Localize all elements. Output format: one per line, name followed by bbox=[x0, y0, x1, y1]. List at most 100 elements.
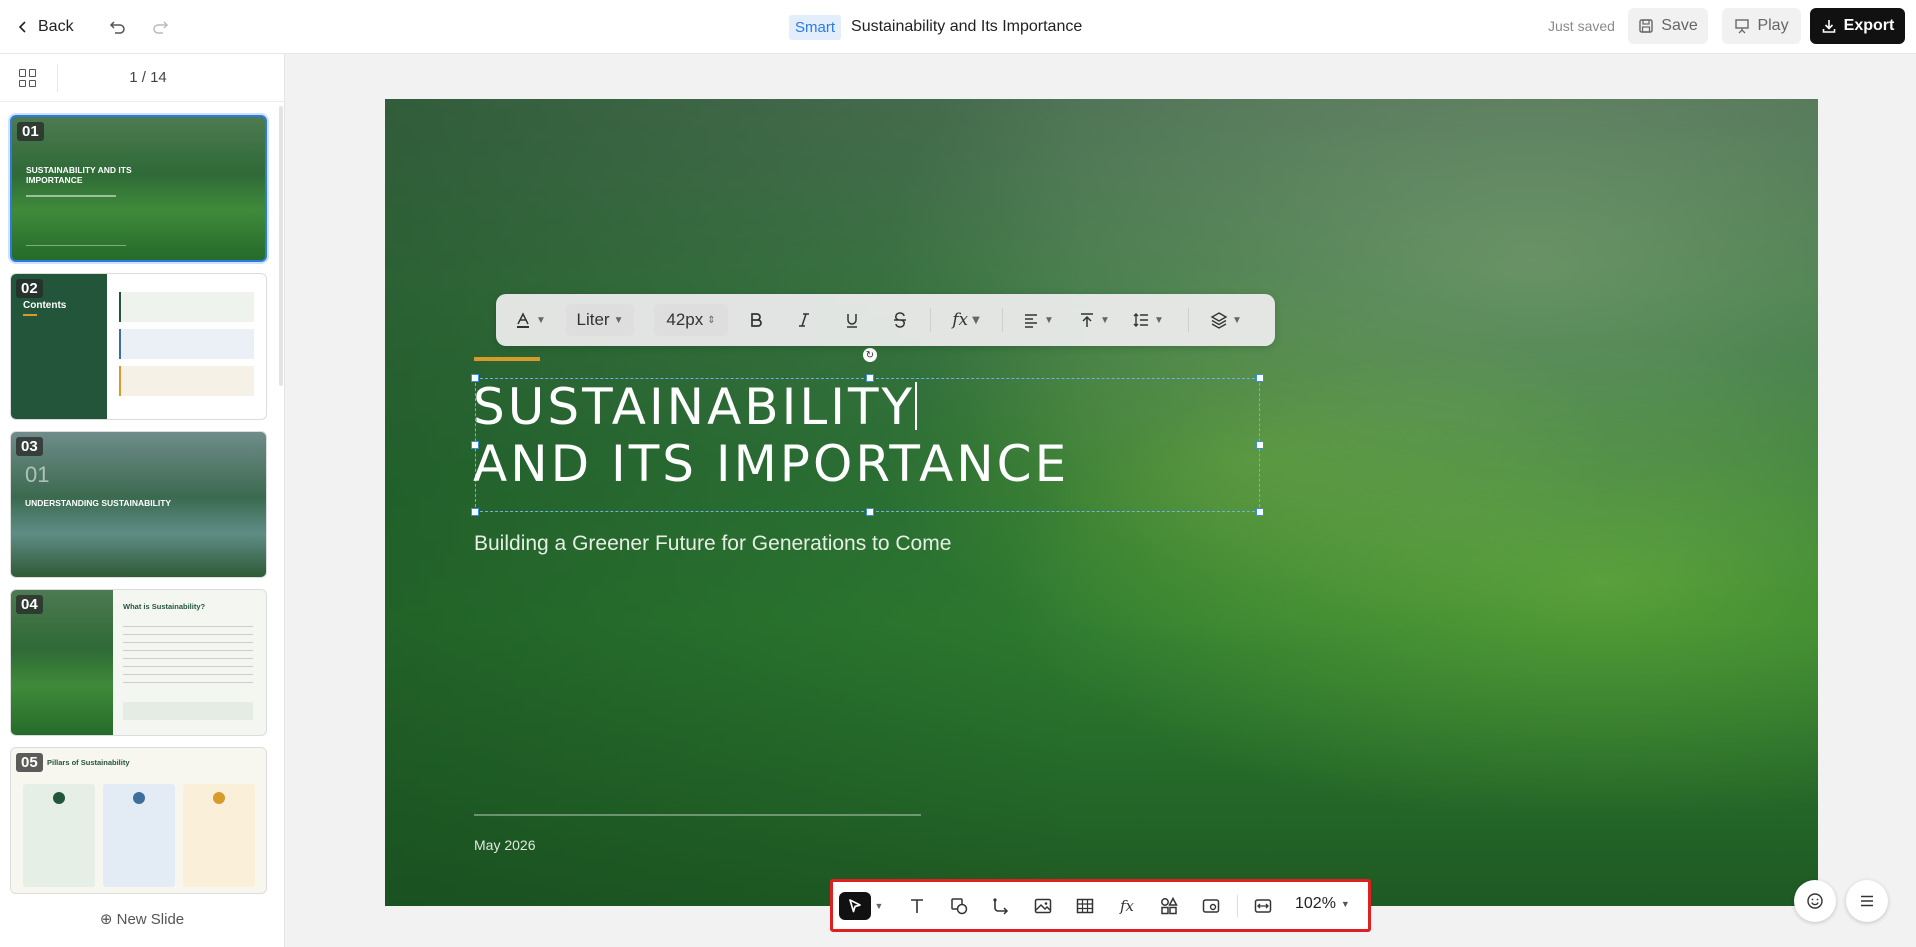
document-title-area: Smart Sustainability and Its Importance bbox=[789, 13, 1082, 41]
slide-thumbnail-4[interactable]: 04 What is Sustainability? bbox=[10, 589, 267, 736]
slide-number: 04 bbox=[16, 595, 43, 614]
font-family-value: Liter bbox=[576, 310, 610, 329]
slide-thumbnail-2[interactable]: 02 Contents bbox=[10, 273, 267, 420]
bold-button[interactable] bbox=[742, 304, 770, 336]
thumbnail-title: What is Sustainability? bbox=[123, 602, 206, 611]
shape-tool-button[interactable] bbox=[945, 892, 973, 920]
layers-icon bbox=[1210, 312, 1228, 329]
thumbnail-divider bbox=[26, 245, 126, 246]
presentation-icon bbox=[1735, 19, 1750, 34]
chevron-down-icon: ▼ bbox=[613, 314, 624, 326]
fit-width-icon bbox=[1254, 899, 1272, 913]
thumbnail-quote-box bbox=[123, 702, 253, 720]
chevron-down-icon: ▼ bbox=[1100, 314, 1110, 326]
pillar-dot bbox=[133, 792, 145, 804]
pillar-dot bbox=[53, 792, 65, 804]
export-button[interactable]: Export bbox=[1810, 8, 1905, 44]
slide-date[interactable]: May 2026 bbox=[474, 837, 535, 853]
title-line-2: AND ITS IMPORTANCE bbox=[473, 435, 1070, 493]
new-slide-button[interactable]: ⊕ New Slide bbox=[0, 910, 284, 928]
smiley-icon bbox=[1807, 893, 1823, 909]
chevron-down-icon: ▼ bbox=[536, 314, 546, 326]
accent-bar[interactable] bbox=[474, 357, 540, 361]
slide-number: 03 bbox=[16, 437, 43, 456]
slide-number: 01 bbox=[17, 122, 44, 141]
connector-tool-button[interactable] bbox=[987, 892, 1015, 920]
slide-panel-header: 1 / 14 bbox=[0, 54, 284, 102]
top-bar: Back Smart Sustainability and Its Import… bbox=[0, 0, 1916, 54]
rotate-icon[interactable]: ↻ bbox=[863, 348, 877, 362]
underline-button[interactable] bbox=[838, 304, 866, 336]
document-title[interactable]: Sustainability and Its Importance bbox=[851, 18, 1082, 36]
undo-icon bbox=[109, 21, 125, 34]
strikethrough-button[interactable] bbox=[886, 304, 914, 336]
slide-subtitle[interactable]: Building a Greener Future for Generation… bbox=[474, 532, 951, 556]
resize-handle[interactable] bbox=[1256, 441, 1264, 449]
line-spacing-button[interactable]: ▼ bbox=[1128, 304, 1168, 336]
slide-thumbnail-3[interactable]: 03 01 UNDERSTANDING SUSTAINABILITY bbox=[10, 431, 267, 578]
slide-panel: 1 / 14 01 SUSTAINABILITY AND ITS IMPORTA… bbox=[0, 54, 285, 947]
formula-icon: 𝑓x bbox=[952, 310, 969, 330]
divider bbox=[1188, 308, 1189, 332]
select-tool-button[interactable] bbox=[839, 892, 871, 920]
resize-handle[interactable] bbox=[1256, 374, 1264, 382]
play-button[interactable]: Play bbox=[1722, 8, 1801, 44]
chevron-down-icon[interactable]: ▼ bbox=[873, 892, 885, 920]
formula-button[interactable]: 𝑓x ▼ bbox=[946, 304, 986, 336]
thumbnail-title: Pillars of Sustainability bbox=[47, 758, 130, 767]
font-size-value: 42px bbox=[666, 310, 704, 329]
grid-view-icon[interactable] bbox=[19, 69, 37, 87]
media-icon bbox=[1202, 899, 1220, 913]
smart-badge: Smart bbox=[789, 14, 842, 40]
text-align-button[interactable]: ▼ bbox=[1018, 304, 1058, 336]
text-tool-button[interactable] bbox=[903, 892, 931, 920]
divider bbox=[1002, 308, 1003, 332]
menu-button[interactable] bbox=[1846, 880, 1888, 922]
icon-library-button[interactable] bbox=[1155, 892, 1183, 920]
vertical-align-button[interactable]: ▼ bbox=[1074, 304, 1114, 336]
font-color-button[interactable]: ▼ bbox=[510, 304, 550, 336]
shapes-icon bbox=[951, 898, 968, 915]
slide-thumbnail-5[interactable]: 05 Pillars of Sustainability bbox=[10, 747, 267, 894]
thumbnail-big-number: 01 bbox=[25, 462, 50, 487]
slide-canvas[interactable]: ↻ SUSTAINABILITY AND ITS IMPORTANCE Buil… bbox=[385, 99, 1818, 906]
slide-number: 05 bbox=[16, 753, 43, 772]
font-size-stepper[interactable]: 42px ⇕ bbox=[654, 304, 728, 336]
fit-to-screen-button[interactable] bbox=[1249, 892, 1277, 920]
resize-handle[interactable] bbox=[1256, 508, 1264, 516]
media-tool-button[interactable] bbox=[1197, 892, 1225, 920]
table-tool-button[interactable] bbox=[1071, 892, 1099, 920]
text-icon bbox=[911, 899, 923, 913]
undo-button[interactable] bbox=[105, 14, 131, 40]
back-button[interactable]: Back bbox=[16, 14, 74, 40]
accent-line bbox=[23, 314, 37, 316]
thumbnail-title: SUSTAINABILITY AND ITS IMPORTANCE bbox=[26, 165, 132, 185]
redo-button[interactable] bbox=[147, 14, 173, 40]
chevron-down-icon: ▼ bbox=[1044, 314, 1054, 326]
slide-title[interactable]: SUSTAINABILITY AND ITS IMPORTANCE bbox=[473, 379, 1069, 493]
chevron-down-icon: ▼ bbox=[1232, 314, 1242, 326]
page-counter: 1 / 14 bbox=[129, 69, 167, 86]
scrollbar[interactable] bbox=[279, 106, 283, 386]
save-button[interactable]: Save bbox=[1628, 8, 1708, 44]
italic-button[interactable] bbox=[790, 304, 818, 336]
chevron-down-icon: ▼ bbox=[1154, 314, 1164, 326]
divider-line[interactable] bbox=[474, 814, 921, 816]
layer-button[interactable]: ▼ bbox=[1206, 304, 1246, 336]
resize-handle[interactable] bbox=[866, 508, 874, 516]
resize-handle[interactable] bbox=[471, 508, 479, 516]
font-family-select[interactable]: Liter ▼ bbox=[566, 304, 634, 336]
align-top-icon bbox=[1081, 313, 1094, 327]
formula-tool-button[interactable]: 𝑓x bbox=[1113, 892, 1141, 920]
new-slide-label: New Slide bbox=[116, 911, 185, 928]
slide-number: 02 bbox=[16, 279, 43, 298]
feedback-button[interactable] bbox=[1794, 880, 1836, 922]
image-tool-button[interactable] bbox=[1029, 892, 1057, 920]
back-label: Back bbox=[38, 18, 74, 35]
strikethrough-icon bbox=[894, 312, 906, 328]
zoom-select[interactable]: 102% ▼ bbox=[1295, 895, 1350, 913]
download-icon bbox=[1822, 20, 1835, 33]
save-status: Just saved bbox=[1548, 18, 1615, 34]
zoom-value: 102% bbox=[1295, 895, 1336, 912]
slide-thumbnail-1[interactable]: 01 SUSTAINABILITY AND ITS IMPORTANCE bbox=[10, 115, 267, 262]
